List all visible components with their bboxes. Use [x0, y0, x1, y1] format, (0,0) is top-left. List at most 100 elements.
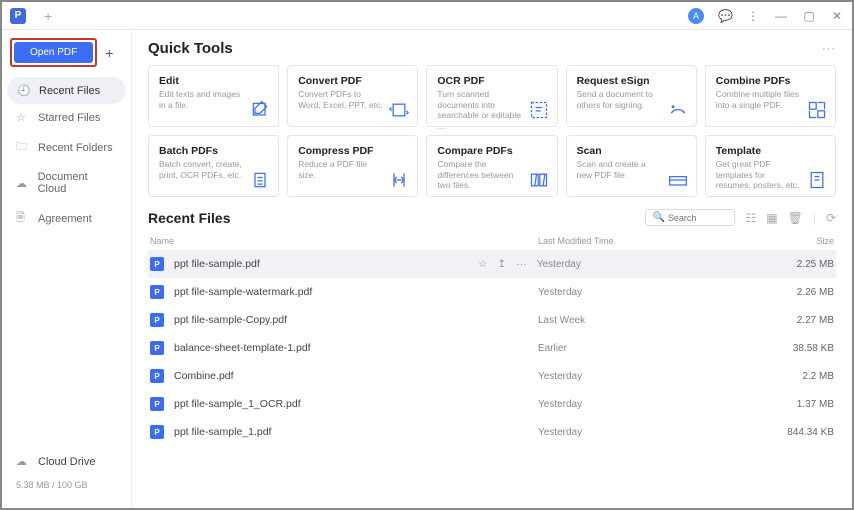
tool-compare-pdfs[interactable]: Compare PDFsCompare the differences betw…	[426, 135, 557, 197]
list-view-icon[interactable]: ☷	[745, 211, 756, 225]
table-row[interactable]: P ppt file-sample-Copy.pdf ☆ ↥ ··· Last …	[148, 306, 836, 334]
file-modified: Yesterday	[538, 399, 764, 410]
pdf-file-icon: P	[150, 341, 164, 355]
sidebar-item-recent-folders[interactable]: 🗀 Recent Folders	[2, 131, 131, 164]
titlebar: P + A 💬 ⋮ — ▢ ✕	[2, 2, 852, 30]
tool-icon	[250, 170, 270, 190]
sidebar-item-label: Document Cloud	[38, 171, 117, 195]
sidebar-item-recent-files[interactable]: 🕘 Recent Files	[7, 77, 126, 104]
tool-icon	[807, 170, 827, 190]
file-name: Combine.pdf	[174, 370, 538, 382]
tool-title: OCR PDF	[437, 75, 546, 87]
file-name: ppt file-sample_1.pdf	[174, 426, 538, 438]
menu-dots-icon[interactable]: ⋮	[746, 9, 760, 23]
tool-batch-pdfs[interactable]: Batch PDFsBatch convert, create, print, …	[148, 135, 279, 197]
tool-icon	[250, 100, 270, 120]
tool-request-esign[interactable]: Request eSignSend a document to others f…	[566, 65, 697, 127]
tool-icon	[668, 170, 688, 190]
quick-tools-more-icon[interactable]: ···	[822, 43, 836, 55]
quick-tools-title: Quick Tools	[148, 40, 233, 57]
tool-scan[interactable]: ScanScan and create a new PDF file.	[566, 135, 697, 197]
file-modified: Last Week	[538, 315, 764, 326]
table-row[interactable]: P ppt file-sample_1_OCR.pdf ☆ ↥ ··· Yest…	[148, 390, 836, 418]
sidebar-item-label: Recent Files	[39, 85, 100, 97]
tool-title: Edit	[159, 75, 268, 87]
recent-files-title: Recent Files	[148, 210, 230, 226]
cloud-drive-label: Cloud Drive	[38, 456, 95, 468]
star-icon: ☆	[16, 111, 30, 124]
file-size: 2.2 MB	[764, 371, 834, 382]
grid-view-icon[interactable]: ▦	[766, 211, 777, 225]
tool-title: Scan	[577, 145, 686, 157]
tool-title: Combine PDFs	[716, 75, 825, 87]
file-size: 38.58 KB	[764, 343, 834, 354]
tool-icon	[668, 100, 688, 120]
more-icon[interactable]: ···	[516, 258, 527, 270]
file-modified: Yesterday	[538, 371, 764, 382]
maximize-icon[interactable]: ▢	[802, 9, 816, 23]
cloud-drive-item[interactable]: ☁ Cloud Drive	[2, 447, 131, 476]
search-box[interactable]: 🔍	[645, 209, 735, 226]
tool-title: Batch PDFs	[159, 145, 268, 157]
tool-title: Compare PDFs	[437, 145, 546, 157]
sidebar: Open PDF + 🕘 Recent Files ☆Starred Files 🗀 R…	[2, 30, 132, 508]
pdf-file-icon: P	[150, 369, 164, 383]
tool-convert-pdf[interactable]: Convert PDFConvert PDFs to Word, Excel, …	[287, 65, 418, 127]
sidebar-item-agreement[interactable]: 🗎Agreement	[2, 202, 131, 235]
clock-icon: 🕘	[17, 84, 31, 97]
divider: |	[813, 211, 816, 225]
open-pdf-highlight: Open PDF	[10, 38, 97, 67]
file-name: ppt file-sample-watermark.pdf	[174, 286, 538, 298]
file-name: balance-sheet-template-1.pdf	[174, 342, 538, 354]
tool-icon	[389, 170, 409, 190]
sidebar-item-label: Recent Folders	[38, 142, 113, 154]
folder-icon: 🗀	[16, 138, 30, 157]
sidebar-item-label: Agreement	[38, 213, 92, 225]
tool-compress-pdf[interactable]: Compress PDFReduce a PDF file size.	[287, 135, 418, 197]
star-icon[interactable]: ☆	[478, 258, 487, 270]
storage-usage-label: 5.38 MB / 100 GB	[2, 476, 131, 500]
file-name: ppt file-sample.pdf	[174, 258, 478, 270]
search-input[interactable]	[668, 213, 728, 223]
tool-icon	[529, 170, 549, 190]
create-pdf-button[interactable]: +	[101, 43, 117, 63]
close-icon[interactable]: ✕	[830, 9, 844, 23]
tool-icon	[389, 100, 409, 120]
file-modified: Yesterday	[538, 287, 764, 298]
tool-title: Compress PDF	[298, 145, 407, 157]
col-size-header: Size	[764, 236, 834, 246]
trash-icon[interactable]: 🗑	[788, 211, 803, 225]
refresh-icon[interactable]: ⟳	[826, 211, 836, 225]
file-name: ppt file-sample_1_OCR.pdf	[174, 398, 538, 410]
sidebar-item-document-cloud[interactable]: ☁Document Cloud	[2, 164, 131, 202]
app-logo-icon: P	[10, 8, 26, 24]
table-header: Name Last Modified Time Size	[148, 232, 836, 250]
content-area: Quick Tools ··· EditEdit texts and image…	[132, 30, 852, 508]
sidebar-item-starred-files[interactable]: ☆Starred Files	[2, 104, 131, 131]
file-modified: Yesterday	[537, 259, 764, 270]
file-size: 2.26 MB	[764, 287, 834, 298]
file-name: ppt file-sample-Copy.pdf	[174, 314, 538, 326]
tool-title: Convert PDF	[298, 75, 407, 87]
upload-icon[interactable]: ↥	[497, 258, 506, 270]
tool-combine-pdfs[interactable]: Combine PDFsCombine multiple files into …	[705, 65, 836, 127]
new-tab-button[interactable]: +	[44, 8, 52, 24]
col-modified-header: Last Modified Time	[538, 236, 764, 246]
table-row[interactable]: P balance-sheet-template-1.pdf ☆ ↥ ··· E…	[148, 334, 836, 362]
feedback-icon[interactable]: 💬	[718, 9, 732, 23]
tool-ocr-pdf[interactable]: OCR PDFTurn scanned documents into searc…	[426, 65, 557, 127]
pdf-file-icon: P	[150, 313, 164, 327]
user-avatar-icon[interactable]: A	[688, 8, 704, 24]
table-row[interactable]: P ppt file-sample.pdf ☆ ↥ ··· Yesterday …	[148, 250, 836, 278]
file-size: 2.27 MB	[764, 315, 834, 326]
open-pdf-button[interactable]: Open PDF	[14, 42, 93, 63]
tool-edit[interactable]: EditEdit texts and images in a file.	[148, 65, 279, 127]
table-row[interactable]: P ppt file-sample_1.pdf ☆ ↥ ··· Yesterda…	[148, 418, 836, 446]
table-row[interactable]: P ppt file-sample-watermark.pdf ☆ ↥ ··· …	[148, 278, 836, 306]
tool-title: Template	[716, 145, 825, 157]
tool-template[interactable]: TemplateGet great PDF templates for resu…	[705, 135, 836, 197]
minimize-icon[interactable]: —	[774, 9, 788, 23]
pdf-file-icon: P	[150, 257, 164, 271]
table-row[interactable]: P Combine.pdf ☆ ↥ ··· Yesterday 2.2 MB	[148, 362, 836, 390]
tool-icon	[807, 100, 827, 120]
